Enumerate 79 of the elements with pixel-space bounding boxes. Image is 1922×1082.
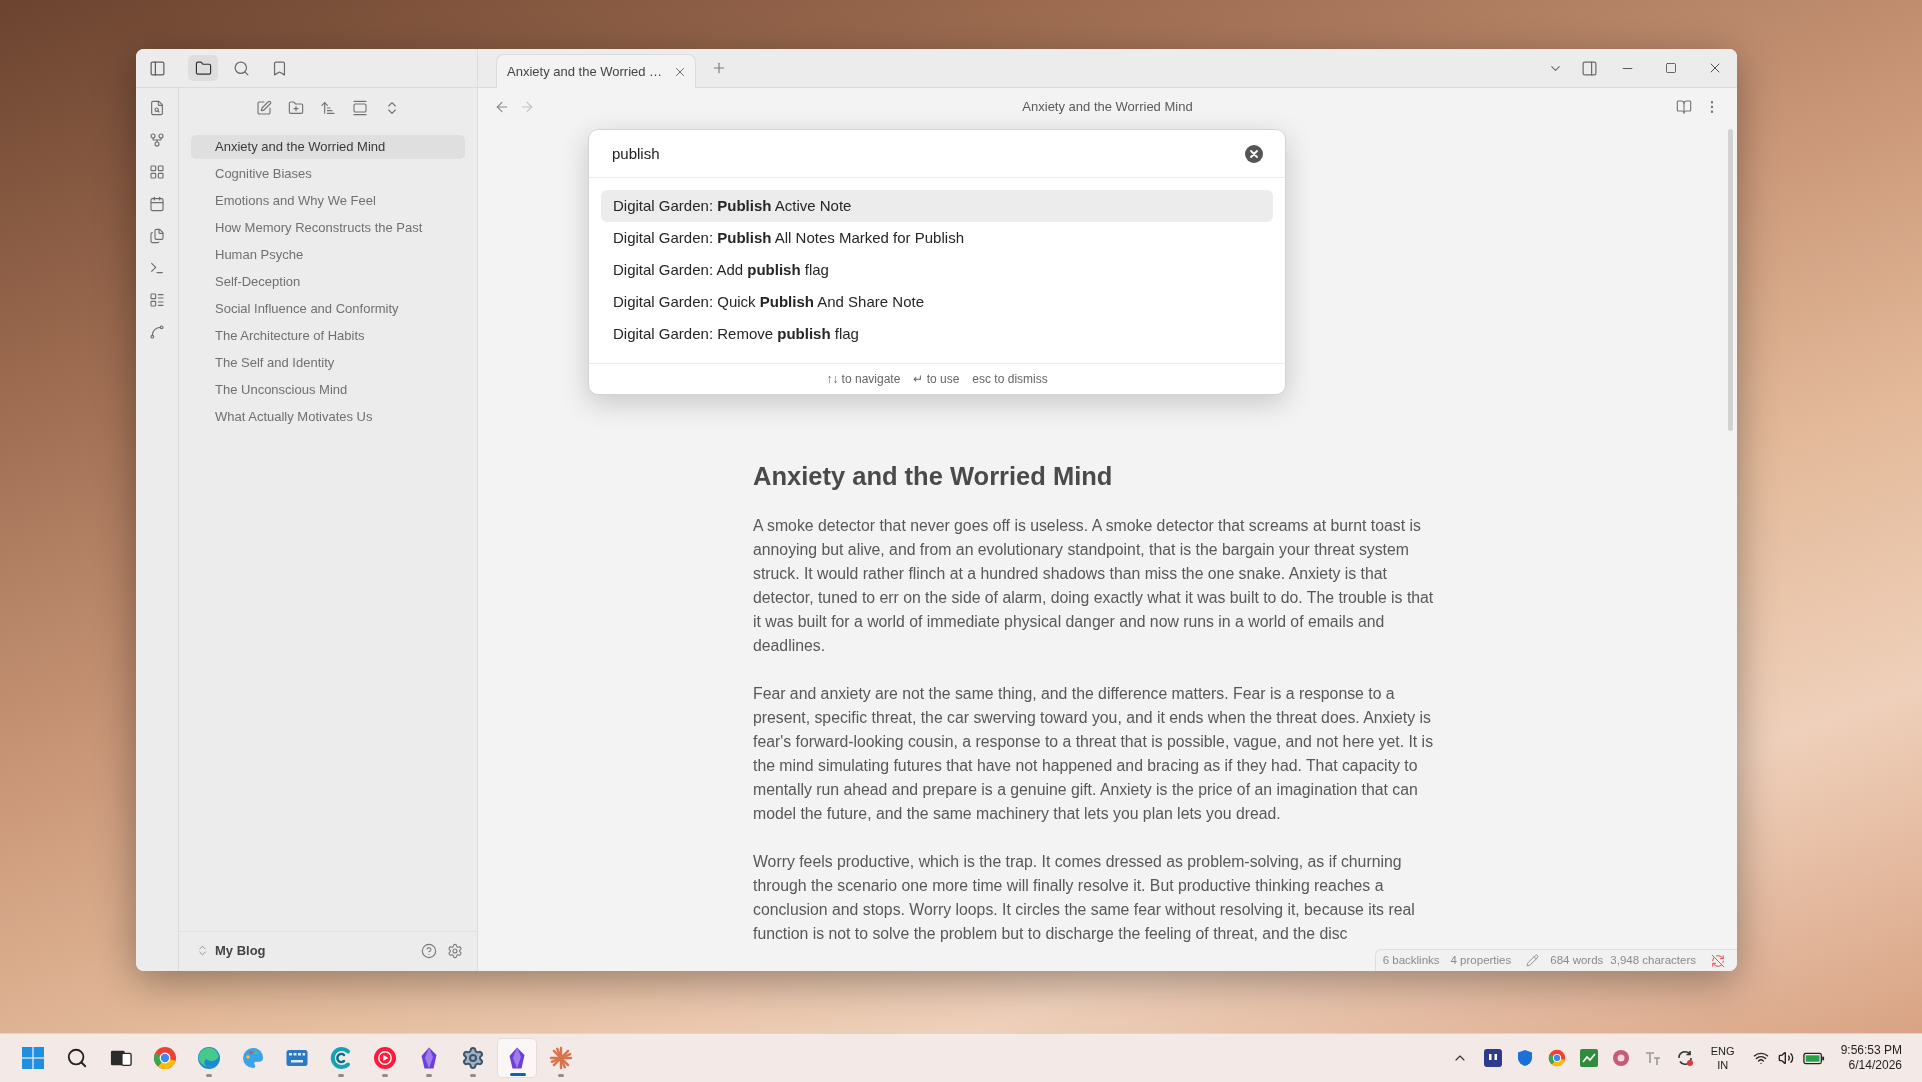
- curve-icon[interactable]: [149, 324, 165, 340]
- rectangle-lines-icon[interactable]: [352, 100, 368, 116]
- plus-icon[interactable]: [711, 60, 727, 76]
- note-title: Anxiety and the Worried Mind: [1022, 97, 1193, 116]
- grid-icon[interactable]: [149, 164, 165, 180]
- file-item[interactable]: What Actually Motivates Us: [191, 405, 465, 429]
- command-search-field[interactable]: publish: [612, 138, 1245, 169]
- color-wheel-icon: [153, 1046, 177, 1070]
- file-item[interactable]: The Architecture of Habits: [191, 324, 465, 348]
- help-icon[interactable]: [421, 942, 437, 959]
- keyboard-hint: ↵ to use: [913, 371, 960, 388]
- command-item[interactable]: Digital Garden: Remove publish flag: [601, 318, 1273, 350]
- sidebar-tab[interactable]: [188, 55, 218, 81]
- search-icon: [232, 59, 250, 77]
- vault-switcher[interactable]: My Blog: [196, 940, 266, 961]
- keyboard-hint: ↑↓ to navigate: [826, 371, 901, 388]
- play-icon: [373, 1046, 397, 1070]
- note-heading: Anxiety and the Worried Mind: [753, 461, 1114, 492]
- file-item[interactable]: Human Psyche: [191, 243, 465, 267]
- command-item[interactable]: Digital Garden: Quick Publish And Share Note: [601, 286, 1273, 318]
- sidebar-toggle-icon[interactable]: [148, 59, 166, 77]
- sort-icon[interactable]: [320, 100, 336, 116]
- chart-square-icon[interactable]: [1579, 1049, 1598, 1067]
- book-icon[interactable]: [1676, 98, 1692, 115]
- file-search-icon[interactable]: [149, 100, 165, 116]
- file-item[interactable]: Emotions and Why We Feel: [191, 189, 465, 213]
- bars-square-icon[interactable]: [1483, 1049, 1502, 1067]
- character-count: 3,948 characters: [1610, 952, 1696, 968]
- language-label[interactable]: ENG: [1710, 1044, 1735, 1058]
- folder-icon: [194, 59, 212, 77]
- file-item[interactable]: How Memory Reconstructs the Past: [191, 216, 465, 240]
- terminal-icon[interactable]: [149, 260, 165, 276]
- note-paragraph: A smoke detector that never goes off is useless. A smoke detector that screams at burnt toast is annoying but alive, and from an evolutionary standpoint, that is the bargain your threat system struck. It would rather flinch at a hundred shadows than miss the one snake. Anxiety is that detector, tuned to err on the side of alarm, doing exactly what it was built to do. The trouble is that it was built for a world of immediate physical danger and now runs in a world of emails and deadlines.: [753, 516, 1435, 656]
- command-item[interactable]: Digital Garden: Publish All Notes Marked for Publish: [601, 222, 1273, 254]
- volume-icon[interactable]: [1777, 1050, 1794, 1066]
- file-item[interactable]: Social Influence and Conformity: [191, 297, 465, 321]
- color-wheel-icon[interactable]: [1547, 1049, 1566, 1067]
- clock-time[interactable]: 9:56:53 PM: [1840, 1043, 1902, 1058]
- command-item[interactable]: Digital Garden: Add publish flag: [601, 254, 1273, 286]
- pencil-square-icon[interactable]: [256, 100, 272, 116]
- taskbar-app-button[interactable]: [497, 1038, 537, 1078]
- round-app-icon[interactable]: [1611, 1049, 1630, 1067]
- keyboard-hint: esc to dismiss: [972, 371, 1048, 388]
- file-item[interactable]: The Unconscious Mind: [191, 378, 465, 402]
- sync-icon[interactable]: [1675, 1049, 1694, 1067]
- maximize-icon[interactable]: [1665, 62, 1677, 74]
- chevrons-up-down-icon: [196, 944, 209, 957]
- swirl-icon: [197, 1046, 221, 1070]
- search-icon[interactable]: [66, 1047, 88, 1069]
- clear-search-icon[interactable]: [1245, 144, 1263, 163]
- file-item[interactable]: Self-Deception: [191, 270, 465, 294]
- sidebar-toggle-icon[interactable]: [1580, 59, 1598, 77]
- gear-icon: [461, 1046, 485, 1070]
- note-paragraph: Worry feels productive, which is the trap. It comes dressed as problem-solving, as if churning through the scenario one more time will finally resolve it. But productive thinking reaches a conclusion and stops. Worry loops. It circles the same fear without resolving it, because its real function is not to solve the problem but to discharge the feeling of threat, and the disc: [753, 852, 1416, 944]
- folder-plus-icon[interactable]: [288, 100, 304, 116]
- list-icon[interactable]: [149, 292, 165, 308]
- calendar-icon[interactable]: [149, 196, 165, 212]
- note-tab[interactable]: Anxiety and the Worried …: [496, 54, 696, 88]
- scrollbar-thumb[interactable]: [1728, 129, 1733, 431]
- file-item[interactable]: The Self and Identity: [191, 351, 465, 375]
- wifi-icon[interactable]: [1752, 1050, 1769, 1066]
- region-label[interactable]: IN: [1717, 1058, 1729, 1072]
- command-item[interactable]: Digital Garden: Publish Active Note: [601, 190, 1273, 222]
- crescent-icon: [329, 1046, 353, 1070]
- word-count: 684 words: [1550, 952, 1604, 968]
- nodes-icon[interactable]: [149, 132, 165, 148]
- note-paragraph: Fear and anxiety are not the same thing, and the difference matters. Fear is a response to a present, specific threat, the car swerving toward you, and it ends when the threat does. Anxiety is fear's forward-looking cousin, a response to a threat that is possible, vague, and not here yet. It is the mind simulating futures that have not happened and bracing as if they had. That capacity to mentally run ahead and prepare is a genuine gift. Anxiety is the price of an imagination that can model the future, and the same machinery that lets you plan lets you dread.: [753, 684, 1435, 824]
- battery-icon[interactable]: [1802, 1051, 1825, 1065]
- pencil-icon[interactable]: [1526, 954, 1540, 967]
- start-icon[interactable]: [22, 1047, 44, 1069]
- starburst-icon: [549, 1046, 573, 1070]
- file-item[interactable]: Anxiety and the Worried Mind: [191, 135, 465, 159]
- file-item[interactable]: Cognitive Biases: [191, 162, 465, 186]
- settings-icon[interactable]: [447, 942, 463, 959]
- clock-date[interactable]: 6/14/2026: [1848, 1058, 1902, 1073]
- files-icon[interactable]: [149, 228, 165, 244]
- palette-icon: [241, 1046, 265, 1070]
- shield-icon[interactable]: [1515, 1049, 1534, 1067]
- sync-off-icon[interactable]: [1711, 953, 1725, 968]
